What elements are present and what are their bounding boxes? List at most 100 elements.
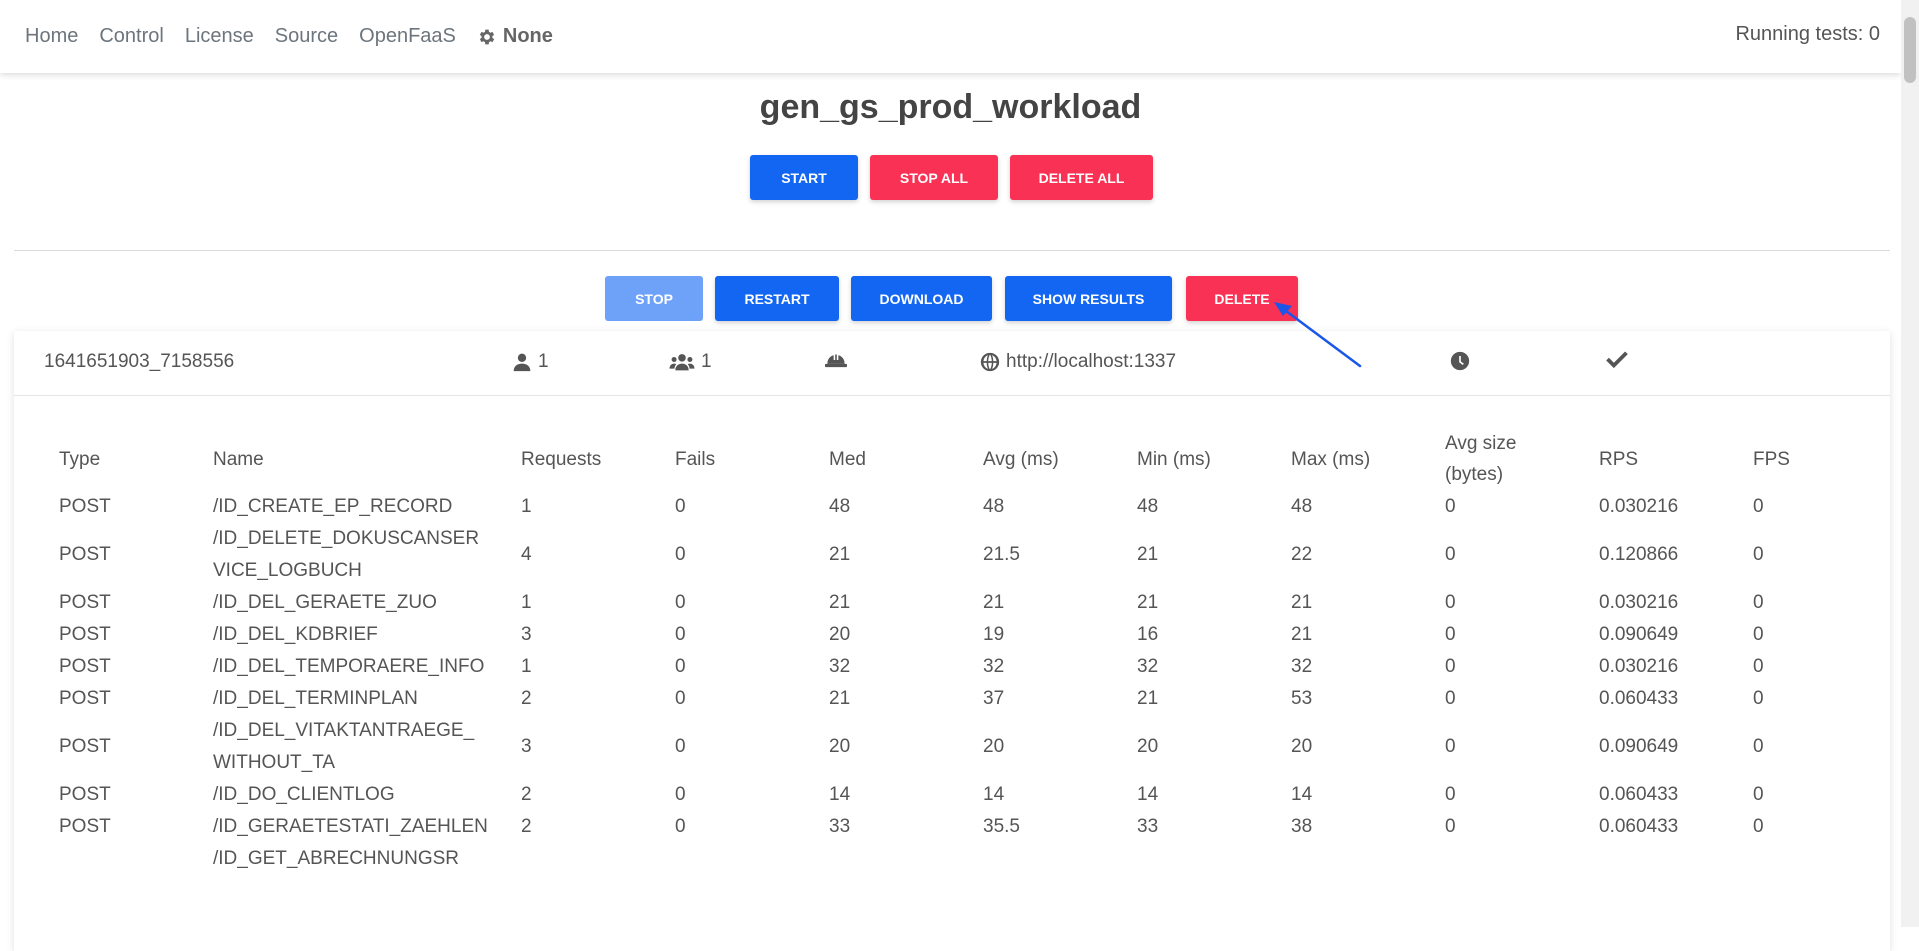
type-cell: POST bbox=[59, 544, 111, 565]
column-header[interactable]: Fails bbox=[675, 427, 829, 491]
rps-cell: 0.120866 bbox=[1599, 544, 1679, 565]
max-cell: 20 bbox=[1291, 736, 1313, 757]
name-cell: /ID_GET_ABRECHNUNGSR bbox=[213, 848, 459, 869]
table-row: POST/ID_DEL_VITAKTANTRAEGE_WITHOUT_TA 3 0 2… bbox=[59, 715, 1853, 779]
column-header[interactable]: Requests bbox=[521, 427, 675, 491]
fails-cell: 0 bbox=[675, 736, 686, 757]
delete-all-button[interactable]: DELETE ALL bbox=[1010, 155, 1153, 200]
start-button[interactable]: START bbox=[750, 155, 858, 200]
rps-cell: 0.060433 bbox=[1599, 784, 1679, 805]
nav-source[interactable]: Source bbox=[275, 25, 338, 48]
column-header[interactable]: RPS bbox=[1599, 427, 1753, 491]
avg-size-cell: 0 bbox=[1445, 496, 1456, 517]
column-header[interactable]: Avg size (bytes) bbox=[1445, 427, 1599, 491]
type-cell: POST bbox=[59, 496, 111, 517]
users-icon bbox=[669, 354, 695, 371]
name-cell: /ID_DEL_GERAETE_ZUO bbox=[213, 592, 437, 613]
column-header[interactable]: Med bbox=[829, 427, 983, 491]
avg-size-cell: 0 bbox=[1445, 688, 1456, 709]
table-row: POST/ID_DELETE_DOKUSCANSERVICE_LOGBUCH 4 0… bbox=[59, 523, 1853, 587]
table-row: POST/ID_DEL_GERAETE_ZUO 1 0 21 21 21 21 0 0.0302… bbox=[59, 587, 1853, 619]
requests-cell: 3 bbox=[521, 624, 532, 645]
max-cell bbox=[1291, 843, 1445, 875]
avg-size-cell: 0 bbox=[1445, 624, 1456, 645]
requests-cell: 1 bbox=[521, 592, 532, 613]
median-cell: 48 bbox=[829, 496, 851, 517]
delete-button[interactable]: DELETE bbox=[1186, 276, 1298, 321]
min-cell: 20 bbox=[1137, 736, 1159, 757]
fails-cell: 0 bbox=[675, 656, 686, 677]
rps-cell: 0.030216 bbox=[1599, 656, 1679, 677]
avg-cell: 48 bbox=[983, 496, 1005, 517]
spawn-rate-value: 1 bbox=[701, 351, 712, 372]
rps-cell bbox=[1599, 843, 1753, 875]
min-cell bbox=[1137, 843, 1291, 875]
fps-cell: 0 bbox=[1753, 592, 1764, 613]
page-scrollbar[interactable] bbox=[1901, 0, 1919, 927]
requests-cell: 3 bbox=[521, 736, 532, 757]
download-button[interactable]: DOWNLOAD bbox=[851, 276, 992, 321]
fails-cell: 0 bbox=[675, 784, 686, 805]
type-cell: POST bbox=[59, 816, 111, 837]
stats-body: POST/ID_CREATE_EP_RECORD 1 0 48 48 48 48 0 0.030… bbox=[59, 491, 1853, 875]
fails-cell bbox=[675, 843, 829, 875]
median-cell: 21 bbox=[829, 688, 851, 709]
avg-size-cell: 0 bbox=[1445, 816, 1456, 837]
fps-cell: 0 bbox=[1753, 816, 1764, 837]
fps-cell: 0 bbox=[1753, 624, 1764, 645]
test-info-row: 1641651903_7158556 1 1 http://localhost:… bbox=[14, 331, 1890, 396]
name-cell: /ID_DEL_TERMINPLAN bbox=[213, 688, 418, 709]
column-header[interactable]: Min (ms) bbox=[1137, 427, 1291, 491]
fps-cell bbox=[1753, 843, 1853, 875]
nav-license[interactable]: License bbox=[185, 25, 254, 48]
host: http://localhost:1337 bbox=[980, 351, 1176, 373]
nav-control[interactable]: Control bbox=[99, 25, 163, 48]
column-header[interactable]: FPS bbox=[1753, 427, 1853, 491]
restart-button[interactable]: RESTART bbox=[715, 276, 839, 321]
duration bbox=[1450, 351, 1476, 371]
running-tests-count: Running tests: 0 bbox=[1735, 23, 1880, 45]
show-results-button[interactable]: SHOW RESULTS bbox=[1005, 276, 1172, 321]
column-header[interactable]: Name bbox=[213, 427, 521, 491]
table-row: POST/ID_DO_CLIENTLOG 2 0 14 14 14 14 0 0.060433 0 bbox=[59, 779, 1853, 811]
nav-home[interactable]: Home bbox=[25, 25, 78, 48]
avg-cell: 21 bbox=[983, 592, 1005, 613]
requests-cell: 2 bbox=[521, 688, 532, 709]
column-header[interactable]: Type bbox=[59, 427, 213, 491]
avg-size-cell: 0 bbox=[1445, 656, 1456, 677]
type-cell bbox=[59, 843, 213, 875]
stop-button[interactable]: STOP bbox=[605, 276, 703, 321]
workers bbox=[825, 351, 853, 369]
fps-cell: 0 bbox=[1753, 688, 1764, 709]
name-cell: /ID_DO_CLIENTLOG bbox=[213, 784, 395, 805]
name-cell: /ID_DEL_TEMPORAERE_INFO bbox=[213, 656, 485, 677]
table-row: POST/ID_DEL_TEMPORAERE_INFO 1 0 32 32 32 32 0 0.… bbox=[59, 651, 1853, 683]
column-header[interactable]: Avg (ms) bbox=[983, 427, 1137, 491]
column-header[interactable]: Max (ms) bbox=[1291, 427, 1445, 491]
min-cell: 21 bbox=[1137, 688, 1159, 709]
rps-cell: 0.060433 bbox=[1599, 816, 1679, 837]
page-title: gen_gs_prod_workload bbox=[759, 88, 1142, 126]
min-cell: 48 bbox=[1137, 496, 1159, 517]
table-header-row: Type Name Requests Fails Med Avg (ms) Mi… bbox=[59, 427, 1853, 491]
avg-cell: 20 bbox=[983, 736, 1005, 757]
status bbox=[1606, 351, 1634, 369]
fails-cell: 0 bbox=[675, 544, 686, 565]
fails-cell: 0 bbox=[675, 688, 686, 709]
avg-size-cell bbox=[1445, 843, 1599, 875]
table-row: POST/ID_GERAETESTATI_ZAEHLEN 2 0 33 35.5 33 38… bbox=[59, 811, 1853, 843]
scrollbar-thumb[interactable] bbox=[1904, 17, 1916, 83]
median-cell: 20 bbox=[829, 624, 851, 645]
spawn-rate: 1 bbox=[669, 351, 712, 373]
nav-openfaas[interactable]: OpenFaaS bbox=[359, 25, 456, 48]
type-cell: POST bbox=[59, 592, 111, 613]
rps-cell: 0.030216 bbox=[1599, 496, 1679, 517]
stop-all-button[interactable]: STOP ALL bbox=[870, 155, 998, 200]
avg-size-cell: 0 bbox=[1445, 736, 1456, 757]
rps-cell: 0.090649 bbox=[1599, 736, 1679, 757]
name-cell: /ID_DELETE_DOKUSCANSERVICE_LOGBUCH bbox=[213, 528, 480, 581]
avg-cell: 21.5 bbox=[983, 544, 1020, 565]
fps-cell: 0 bbox=[1753, 496, 1764, 517]
avg-cell bbox=[983, 843, 1137, 875]
nav-config[interactable]: None bbox=[477, 25, 553, 48]
